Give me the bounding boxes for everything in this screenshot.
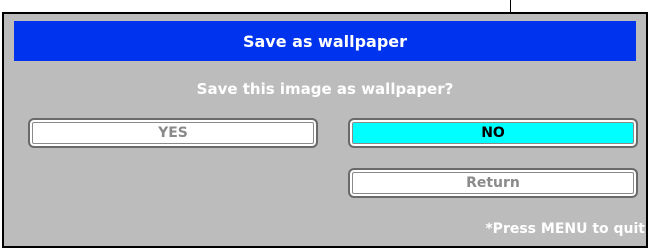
no-button[interactable]: NO bbox=[348, 118, 638, 148]
return-button-label: Return bbox=[466, 175, 520, 191]
return-button[interactable]: Return bbox=[348, 168, 638, 198]
divider-tick bbox=[510, 0, 511, 12]
dialog-title: Save as wallpaper bbox=[14, 21, 636, 61]
wallpaper-dialog: Save as wallpaper Save this image as wal… bbox=[2, 12, 648, 248]
no-button-label: NO bbox=[481, 125, 505, 141]
yes-button-label: YES bbox=[158, 125, 188, 141]
yes-button[interactable]: YES bbox=[28, 118, 318, 148]
dialog-question: Save this image as wallpaper? bbox=[196, 80, 454, 98]
menu-quit-hint: *Press MENU to quit bbox=[485, 221, 645, 237]
